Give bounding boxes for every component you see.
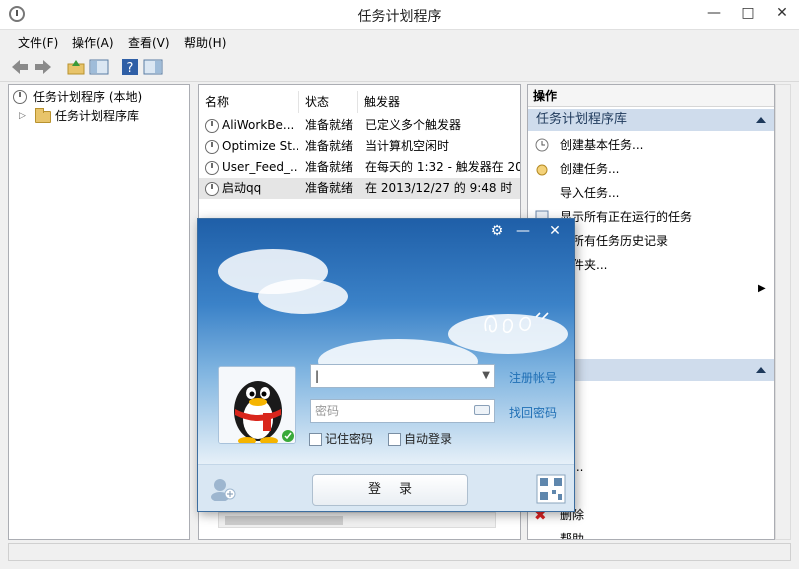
svg-text:?: ? [127,61,134,76]
table-row-selected[interactable]: 启动qq 准备就绪 在 2013/12/27 的 9:48 时 [199,178,520,199]
task-clock-icon [205,140,219,154]
penguin-icon [219,367,295,443]
action-label: 导入任务... [560,186,620,200]
table-row[interactable]: User_Feed_... 准备就绪 在每天的 1:32 - 触发器在 20 [199,157,520,178]
text-cursor: | [315,369,320,383]
actions-header: 操作 [528,85,774,107]
action-create-task[interactable]: 创建任务... [528,157,774,181]
tree-item-label: 任务计划程序 (本地) [33,90,143,104]
remember-password-checkbox[interactable]: 记住密码 [309,431,373,447]
menu-view[interactable]: 查看(V) [128,34,170,51]
forward-arrow-icon[interactable] [33,57,53,77]
status-bar [8,543,791,561]
clock-icon [13,90,27,104]
task-clock-icon [205,161,219,175]
window-title: 任务计划程序 [357,9,442,25]
close-button[interactable]: ✕ [765,0,799,28]
column-header-trigger[interactable]: 触发器 [358,91,520,113]
column-header-name[interactable]: 名称 [199,91,299,113]
folder-icon [35,108,51,123]
toolbar: ? [0,52,799,82]
table-row[interactable]: Optimize St... 准备就绪 当计算机空闲时 [199,136,520,157]
qq-password-input[interactable]: 密码 [310,399,495,423]
action-label: 创建基本任务... [560,138,644,152]
action-label: 帮助 [560,532,585,540]
back-arrow-icon[interactable] [10,57,30,77]
keyboard-icon[interactable] [474,405,490,415]
title-bar: 任务计划程序 — □ ✕ [0,0,799,30]
minimize-button[interactable]: — [697,0,731,28]
dropdown-arrow-icon[interactable]: ▼ [482,365,490,387]
task-trigger: 已定义多个触发器 [365,118,462,132]
cloud-decoration [258,279,348,314]
create-task-icon [536,164,548,176]
show-hide-console-tree-icon[interactable] [89,57,109,77]
task-list-horizontal-scrollbar[interactable] [218,512,496,528]
task-name: AliWorkBe... [222,118,295,132]
actions-group-label: 任务计划程序库 [536,112,628,127]
qq-settings-icon[interactable]: ⚙ [484,221,510,241]
collapse-arrow-icon[interactable] [756,367,766,373]
task-trigger: 当计算机空闲时 [365,139,450,153]
show-hide-action-pane-icon[interactable] [143,57,163,77]
column-header-status[interactable]: 状态 [299,91,358,113]
qq-signature-logo [484,312,549,334]
menu-file[interactable]: 文件(F) [18,34,58,51]
menu-bar: 文件(F) 操作(A) 查看(V) 帮助(H) [0,30,799,52]
action-create-basic-task[interactable]: 创建基本任务... [528,133,774,157]
submenu-arrow-icon: ▶ [758,283,766,294]
actions-vertical-scrollbar[interactable] [775,84,791,540]
qq-account-input[interactable]: | ▼ [310,364,495,388]
table-row[interactable]: AliWorkBe... 准备就绪 已定义多个触发器 [199,115,520,136]
task-clock-icon [205,119,219,133]
register-account-link[interactable]: 注册帐号 [509,369,557,386]
help-icon[interactable]: ? [120,57,140,77]
action-help-2[interactable]: 帮助 [528,527,774,540]
menu-help[interactable]: 帮助(H) [184,34,226,51]
expand-arrow-icon[interactable]: ▷ [19,106,26,126]
task-name: 启动qq [222,181,262,195]
task-name: Optimize St... [222,139,298,153]
actions-group-library[interactable]: 任务计划程序库 [528,109,774,131]
basic-task-icon [535,138,549,152]
tree-item-label: 任务计划程序库 [55,109,140,123]
console-tree: 任务计划程序 (本地) ▷ 任务计划程序库 [8,84,190,540]
password-placeholder: 密码 [315,404,340,418]
task-status: 准备就绪 [305,139,354,153]
qq-minimize-button[interactable]: — [510,221,536,241]
task-status: 准备就绪 [305,181,354,195]
task-trigger: 在每天的 1:32 - 触发器在 20 [365,160,520,174]
menu-action[interactable]: 操作(A) [72,34,114,51]
task-trigger: 在 2013/12/27 的 9:48 时 [365,181,513,195]
login-button[interactable]: 登录 [312,474,468,506]
up-folder-icon[interactable] [66,57,86,77]
qr-code-icon[interactable] [536,474,566,504]
multi-account-icon[interactable] [210,477,236,501]
qq-login-window: ⚙ — ✕ | ▼ 注册帐号 密码 找回密码 记住密码 自动登录 登录 [197,218,575,512]
collapse-arrow-icon[interactable] [756,117,766,123]
qq-close-button[interactable]: ✕ [542,221,568,241]
task-clock-icon [205,182,219,196]
find-password-link[interactable]: 找回密码 [509,404,557,421]
auto-login-checkbox[interactable]: 自动登录 [388,431,452,447]
task-status: 准备就绪 [305,160,354,174]
action-label: 显示所有正在运行的任务 [560,210,693,224]
task-name: User_Feed_... [222,160,298,174]
action-label: 创建任务... [560,162,620,176]
scrollbar-thumb[interactable] [225,516,343,525]
task-status: 准备就绪 [305,118,354,132]
action-label: 用所有任务历史记录 [560,234,669,248]
action-import-task[interactable]: 导入任务... [528,181,774,205]
maximize-button[interactable]: □ [731,0,765,28]
qq-penguin-avatar[interactable] [218,366,296,444]
